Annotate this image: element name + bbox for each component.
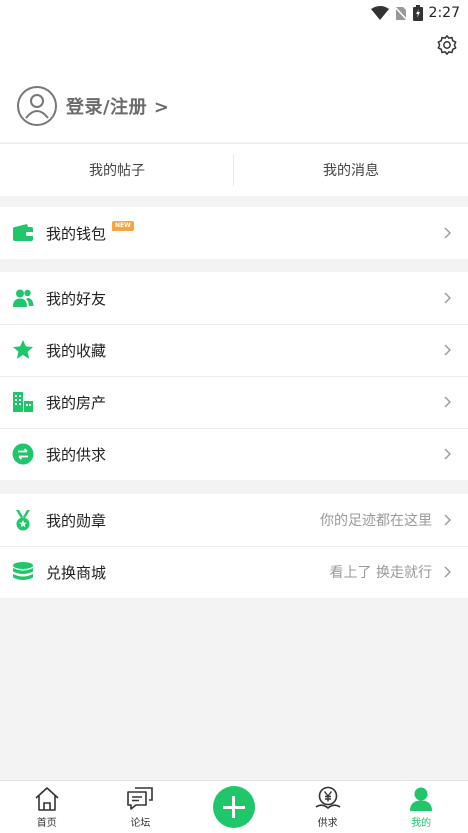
nav-post[interactable] [187,781,281,833]
wifi-icon [370,6,389,20]
exchange-mall-subtitle: 看上了 换走就行 [329,565,432,581]
coins-icon [13,562,33,580]
home-icon [35,787,59,811]
status-icons: 2:27 [370,4,460,22]
chevron-right-icon [444,344,451,356]
tab-my-messages[interactable]: 我的消息 [234,144,468,196]
menu-item-supply-demand[interactable]: 我的供求 [0,428,468,480]
chevron-right-icon [444,448,451,460]
chevron-right-icon [444,292,451,304]
menu-item-favorites[interactable]: 我的收藏 [0,324,468,376]
profile-header: 登录/注册 > [0,26,468,142]
menu-item-wallet[interactable]: 我的钱包 NEW [0,207,468,259]
chat-bubbles-icon [127,787,154,810]
nav-supply-demand-label: 供求 [317,818,338,829]
settings-gear-icon[interactable] [436,34,458,56]
nav-home[interactable]: 首页 [0,781,94,833]
exchange-icon [12,443,34,465]
user-profile-icon [410,787,433,811]
login-register-button[interactable]: 登录/注册 > [17,86,169,126]
favorites-label: 我的收藏 [46,341,107,360]
tab-my-posts[interactable]: 我的帖子 [0,144,234,196]
nav-mine-label: 我的 [411,818,432,829]
nav-mine[interactable]: 我的 [374,781,468,833]
user-icon [25,94,49,119]
friends-icon [13,289,34,307]
property-label: 我的房产 [46,393,107,412]
friends-label: 我的好友 [46,289,107,308]
wallet-icon [13,224,33,241]
my-content-tabs: 我的帖子 我的消息 [0,143,468,196]
chevron-right-icon [444,227,451,239]
bottom-navigation: 首页 论坛 供求 我的 [0,780,468,833]
login-register-label[interactable]: 登录/注册 > [66,93,169,119]
exchange-mall-label: 兑换商城 [46,563,107,582]
status-bar: 2:27 [0,0,468,26]
nav-forum-label: 论坛 [130,818,151,829]
status-time: 2:27 [428,5,460,21]
chevron-right-icon [444,514,451,526]
building-icon [13,392,33,412]
battery-charging-icon [412,5,423,21]
nav-forum[interactable]: 论坛 [94,781,188,833]
menu-item-medals[interactable]: 我的勋章 你的足迹都在这里 [0,494,468,546]
social-group: 我的好友 我的收藏 我的房产 我的供求 [0,272,468,480]
wallet-label: 我的钱包 [46,224,107,243]
menu-item-exchange-mall[interactable]: 兑换商城 看上了 换走就行 [0,546,468,598]
star-icon [13,340,33,359]
menu-item-friends[interactable]: 我的好友 [0,272,468,324]
rewards-group: 我的勋章 你的足迹都在这里 兑换商城 看上了 换走就行 [0,494,468,598]
new-badge: NEW [112,221,134,231]
no-sim-icon [394,5,407,21]
add-post-plus-icon[interactable] [212,786,255,828]
chevron-right-icon [444,566,451,578]
tab-divider [233,154,234,186]
medals-label: 我的勋章 [46,511,107,530]
nav-supply-demand[interactable]: 供求 [281,781,375,833]
wallet-group: 我的钱包 NEW [0,207,468,259]
nav-home-label: 首页 [36,818,57,829]
yen-hand-icon [315,786,341,810]
menu-item-property[interactable]: 我的房产 [0,376,468,428]
medals-subtitle: 你的足迹都在这里 [320,513,432,529]
supply-demand-label: 我的供求 [46,445,107,464]
medal-icon [16,510,30,531]
chevron-right-icon [444,396,451,408]
avatar[interactable] [17,86,57,126]
